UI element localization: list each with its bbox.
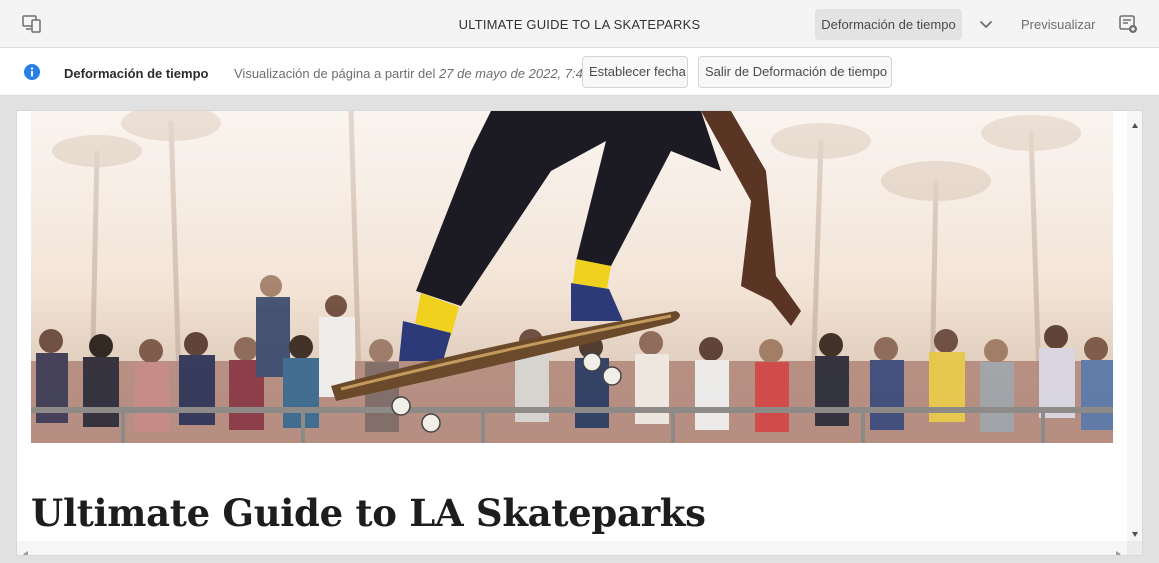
top-toolbar: ULTIMATE GUIDE TO LA SKATEPARKS Deformac… <box>0 0 1159 48</box>
info-icon <box>24 64 40 80</box>
scroll-right-arrow-icon[interactable] <box>1114 545 1122 555</box>
scroll-down-arrow-icon[interactable] <box>1131 525 1139 537</box>
scrollbar-corner <box>1127 541 1142 555</box>
side-panel-icon[interactable] <box>1118 14 1138 34</box>
hero-image <box>31 111 1113 443</box>
time-warp-label: Deformación de tiempo <box>64 66 209 81</box>
preview-button[interactable]: Previsualizar <box>1021 17 1095 32</box>
exit-time-warp-button[interactable]: Salir de Deformación de tiempo <box>698 56 892 88</box>
chevron-down-icon[interactable] <box>977 15 995 33</box>
emulator-icon[interactable] <box>22 15 42 33</box>
page-content-frame: Ultimate Guide to LA Skateparks <box>16 110 1143 556</box>
time-warp-bar: Deformación de tiempo Visualización de p… <box>0 48 1159 96</box>
message-prefix: Visualización de página a partir del <box>234 66 440 81</box>
time-warp-message: Visualización de página a partir del 27 … <box>234 66 590 81</box>
set-date-button[interactable]: Establecer fecha <box>582 56 688 88</box>
time-warp-mode-button[interactable]: Deformación de tiempo <box>815 9 962 40</box>
message-date: 27 de mayo de 2022, 7:45 <box>439 66 591 81</box>
vertical-scrollbar[interactable] <box>1127 111 1142 541</box>
scroll-left-arrow-icon[interactable] <box>22 545 30 555</box>
page-heading: Ultimate Guide to LA Skateparks <box>31 491 706 535</box>
scroll-up-arrow-icon[interactable] <box>1131 117 1139 128</box>
horizontal-scrollbar[interactable] <box>17 541 1127 555</box>
